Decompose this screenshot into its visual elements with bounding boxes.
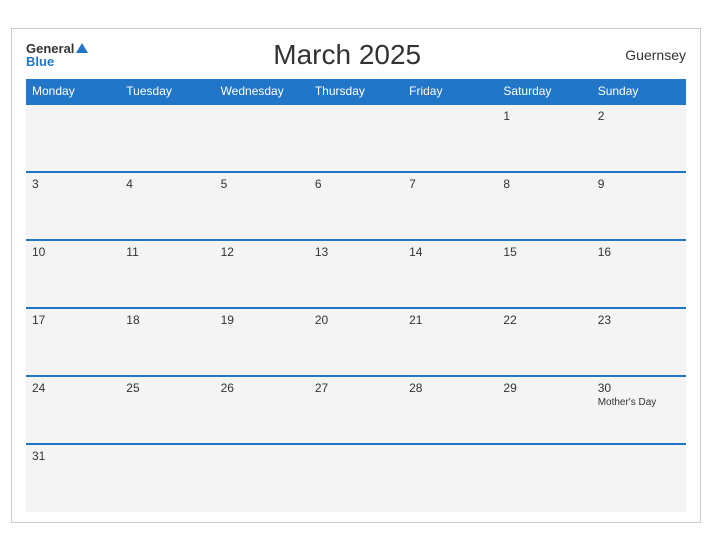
calendar-cell: 9 — [592, 172, 686, 240]
calendar-cell: 16 — [592, 240, 686, 308]
weekday-header-thursday: Thursday — [309, 79, 403, 104]
calendar-cell: 20 — [309, 308, 403, 376]
day-number: 28 — [409, 381, 491, 395]
weekday-header-saturday: Saturday — [497, 79, 591, 104]
calendar-cell: 26 — [215, 376, 309, 444]
calendar-cell — [403, 444, 497, 512]
calendar-cell — [497, 444, 591, 512]
day-number: 26 — [221, 381, 303, 395]
day-number: 27 — [315, 381, 397, 395]
calendar-cell: 14 — [403, 240, 497, 308]
logo-triangle-icon — [76, 43, 88, 53]
calendar-cell: 25 — [120, 376, 214, 444]
day-number: 2 — [598, 109, 680, 123]
calendar-cell — [215, 444, 309, 512]
day-number: 4 — [126, 177, 208, 191]
weekday-header-monday: Monday — [26, 79, 120, 104]
day-number: 14 — [409, 245, 491, 259]
day-number: 25 — [126, 381, 208, 395]
calendar-title: March 2025 — [88, 39, 606, 71]
day-number: 8 — [503, 177, 585, 191]
calendar-cell — [26, 104, 120, 172]
calendar-cell: 24 — [26, 376, 120, 444]
day-number: 31 — [32, 449, 114, 463]
calendar-grid: MondayTuesdayWednesdayThursdayFridaySatu… — [26, 79, 686, 512]
day-number: 5 — [221, 177, 303, 191]
day-number: 13 — [315, 245, 397, 259]
day-number: 23 — [598, 313, 680, 327]
calendar-wrapper: General Blue March 2025 Guernsey MondayT… — [11, 28, 701, 523]
calendar-cell: 23 — [592, 308, 686, 376]
event-label: Mother's Day — [598, 397, 680, 408]
calendar-week-row: 17 18 19 20 21 22 23 — [26, 308, 686, 376]
weekday-header-tuesday: Tuesday — [120, 79, 214, 104]
day-number: 15 — [503, 245, 585, 259]
calendar-cell: 1 — [497, 104, 591, 172]
weekday-header-sunday: Sunday — [592, 79, 686, 104]
logo-blue: Blue — [26, 55, 54, 68]
calendar-week-row: 24 25 26 27 28 29 30 Mother's Day — [26, 376, 686, 444]
weekday-header-row: MondayTuesdayWednesdayThursdayFridaySatu… — [26, 79, 686, 104]
calendar-cell: 6 — [309, 172, 403, 240]
calendar-cell: 13 — [309, 240, 403, 308]
day-number: 22 — [503, 313, 585, 327]
calendar-cell: 29 — [497, 376, 591, 444]
logo-area: General Blue — [26, 42, 88, 68]
day-number: 16 — [598, 245, 680, 259]
day-number: 29 — [503, 381, 585, 395]
day-number: 9 — [598, 177, 680, 191]
weekday-header-friday: Friday — [403, 79, 497, 104]
region-label: Guernsey — [606, 47, 686, 63]
day-number: 21 — [409, 313, 491, 327]
day-number: 11 — [126, 245, 208, 259]
day-number: 19 — [221, 313, 303, 327]
calendar-week-row: 12 — [26, 104, 686, 172]
calendar-cell: 3 — [26, 172, 120, 240]
calendar-cell: 2 — [592, 104, 686, 172]
calendar-cell: 31 — [26, 444, 120, 512]
calendar-cell: 27 — [309, 376, 403, 444]
calendar-cell — [309, 104, 403, 172]
calendar-cell: 5 — [215, 172, 309, 240]
logo-general: General — [26, 42, 74, 55]
day-number: 17 — [32, 313, 114, 327]
day-number: 18 — [126, 313, 208, 327]
calendar-cell — [403, 104, 497, 172]
calendar-cell: 18 — [120, 308, 214, 376]
calendar-cell: 21 — [403, 308, 497, 376]
day-number: 12 — [221, 245, 303, 259]
calendar-week-row: 10 11 12 13 14 15 16 — [26, 240, 686, 308]
day-number: 7 — [409, 177, 491, 191]
calendar-week-row: 3456789 — [26, 172, 686, 240]
calendar-cell: 19 — [215, 308, 309, 376]
calendar-cell: 12 — [215, 240, 309, 308]
calendar-cell — [215, 104, 309, 172]
calendar-cell — [120, 104, 214, 172]
calendar-cell: 17 — [26, 308, 120, 376]
calendar-cell — [592, 444, 686, 512]
weekday-header-wednesday: Wednesday — [215, 79, 309, 104]
calendar-cell: 8 — [497, 172, 591, 240]
calendar-header: General Blue March 2025 Guernsey — [26, 39, 686, 71]
day-number: 6 — [315, 177, 397, 191]
calendar-cell — [309, 444, 403, 512]
calendar-cell — [120, 444, 214, 512]
calendar-cell: 30 Mother's Day — [592, 376, 686, 444]
calendar-week-row: 31 — [26, 444, 686, 512]
calendar-cell: 10 — [26, 240, 120, 308]
day-number: 30 — [598, 381, 680, 395]
calendar-cell: 22 — [497, 308, 591, 376]
calendar-cell: 15 — [497, 240, 591, 308]
day-number: 3 — [32, 177, 114, 191]
day-number: 20 — [315, 313, 397, 327]
calendar-cell: 7 — [403, 172, 497, 240]
day-number: 1 — [503, 109, 585, 123]
calendar-cell: 4 — [120, 172, 214, 240]
day-number: 10 — [32, 245, 114, 259]
calendar-cell: 11 — [120, 240, 214, 308]
day-number: 24 — [32, 381, 114, 395]
calendar-cell: 28 — [403, 376, 497, 444]
